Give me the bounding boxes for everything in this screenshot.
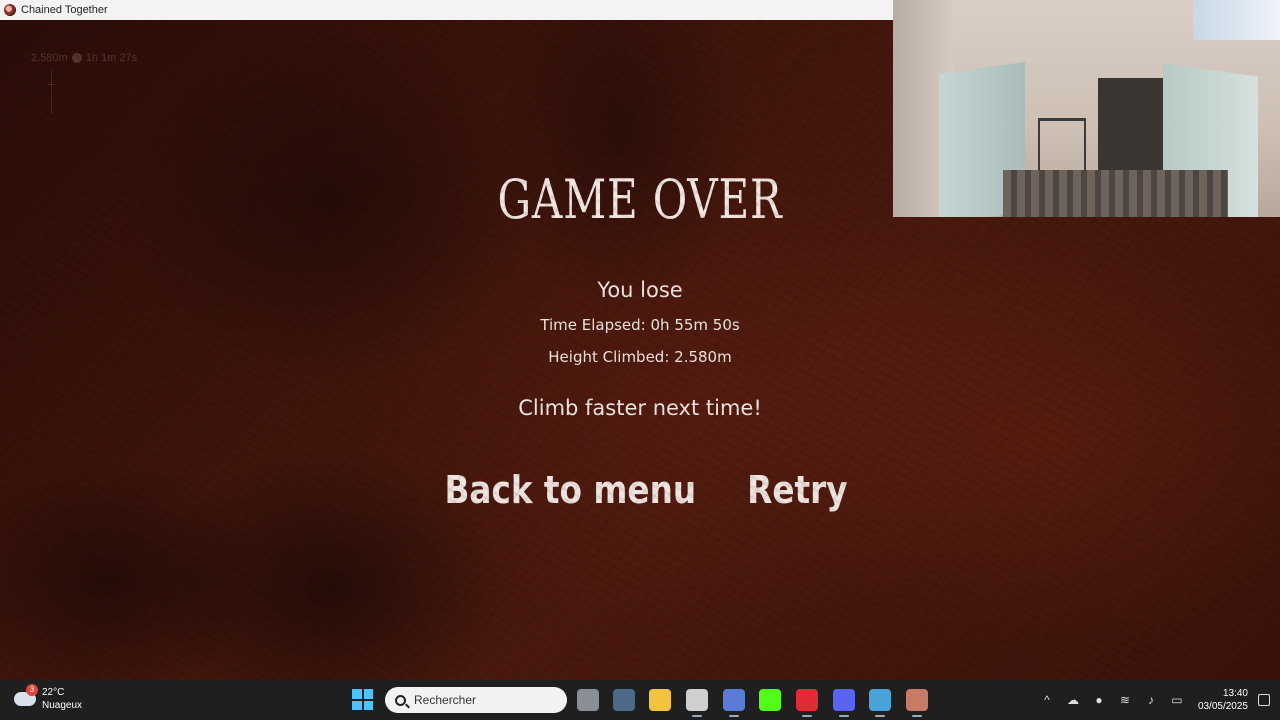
weather-condition: Nuageux (42, 700, 83, 711)
back-to-menu-button[interactable]: Back to menu (445, 468, 697, 512)
taskbar: 3 22°C Nuageux Rechercher ^ ☁ ● ≋ ♪ ▭ 13… (0, 680, 1280, 720)
weather-widget[interactable]: 3 22°C Nuageux (14, 684, 83, 712)
weather-temp: 22°C (42, 687, 65, 698)
chevron-up-icon[interactable]: ^ (1040, 693, 1054, 707)
search-placeholder: Rechercher (414, 693, 477, 707)
battery-icon[interactable]: ▭ (1170, 693, 1184, 707)
game-over-menu: Back to menu Retry (0, 468, 1280, 512)
hud-time: 1h 1m 27s (85, 52, 138, 64)
streaming-app-icon[interactable] (723, 689, 745, 717)
weather-badge: 3 (26, 684, 38, 696)
windows-start-icon[interactable] (352, 689, 373, 710)
taskbar-clock[interactable]: 13:40 03/05/2025 (1198, 687, 1248, 713)
webcam-table (1003, 170, 1228, 217)
clock-time: 13:40 (1222, 688, 1248, 699)
search-icon (395, 694, 406, 706)
webcam-overlay (893, 0, 1280, 217)
webcam-doorway (1098, 78, 1168, 178)
file-explorer-icon[interactable] (649, 689, 671, 711)
volume-icon[interactable]: ♪ (1144, 693, 1158, 707)
discord-icon[interactable] (833, 689, 855, 717)
steam-icon[interactable] (869, 689, 891, 717)
hud-height: 2.580m (31, 52, 68, 64)
hud-stats: 2.580m 1h 1m 27s (31, 52, 137, 64)
webcam-sky (1193, 0, 1280, 40)
notification-icon[interactable] (1258, 694, 1270, 706)
encouragement-text: Climb faster next time! (518, 396, 762, 420)
task-view-icon[interactable] (577, 689, 599, 711)
retry-button[interactable]: Retry (747, 468, 847, 512)
cloud-icon: 3 (14, 684, 38, 706)
microphone-icon[interactable]: ● (1092, 693, 1106, 707)
opera-gx-icon[interactable] (796, 689, 818, 717)
chained-together-icon[interactable] (906, 689, 928, 717)
system-tray: ^ ☁ ● ≋ ♪ ▭ 13:40 03/05/2025 (1034, 680, 1280, 720)
chained-together-app-icon (4, 4, 16, 16)
time-elapsed-text: Time Elapsed: 0h 55m 50s (540, 316, 740, 334)
height-progress-line (48, 70, 55, 114)
taskbar-search-box[interactable]: Rechercher (385, 687, 567, 713)
window-title: Chained Together (21, 4, 108, 16)
result-text: You lose (597, 278, 683, 302)
chatgpt-icon[interactable] (686, 689, 708, 717)
kick-icon[interactable] (759, 689, 781, 711)
counter-strike-icon[interactable] (613, 689, 635, 711)
onedrive-icon[interactable]: ☁ (1066, 693, 1080, 707)
height-climbed-text: Height Climbed: 2.580m (548, 348, 732, 366)
clock-icon (71, 53, 82, 63)
clock-date: 03/05/2025 (1197, 701, 1248, 712)
wifi-icon[interactable]: ≋ (1118, 693, 1132, 707)
window-title-bar[interactable]: Chained Together (0, 0, 893, 20)
